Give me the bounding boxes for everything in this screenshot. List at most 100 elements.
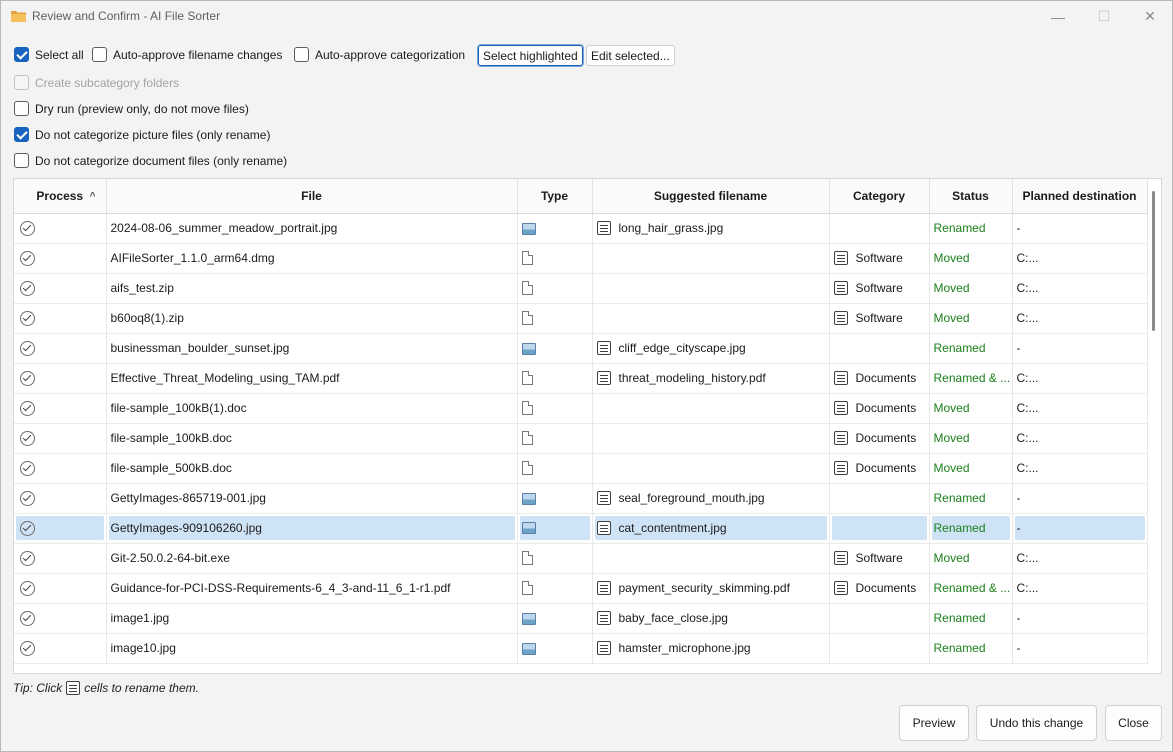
destination-cell: C:... xyxy=(1012,303,1148,334)
file-name: 2024-08-06_summer_meadow_portrait.jpg xyxy=(110,221,338,235)
suggested-filename-cell[interactable] xyxy=(592,273,830,304)
table-row[interactable]: businessman_boulder_sunset.jpg cliff_edge… xyxy=(14,333,1148,364)
status-value: Moved xyxy=(933,311,970,325)
process-cell[interactable] xyxy=(14,483,107,514)
header-process[interactable]: Process ^ xyxy=(14,179,107,214)
maximize-button[interactable]: ☐ xyxy=(1081,1,1127,32)
category-cell[interactable] xyxy=(829,213,930,244)
select-highlighted-button[interactable]: Select highlighted xyxy=(477,44,584,67)
table-row[interactable]: file-sample_100kB.doc Documents Moved C:... xyxy=(14,423,1148,454)
process-cell[interactable] xyxy=(14,363,107,394)
header-file[interactable]: File xyxy=(106,179,518,214)
process-cell[interactable] xyxy=(14,333,107,364)
suggested-filename-cell[interactable] xyxy=(592,303,830,334)
category-cell[interactable]: Documents xyxy=(829,393,930,424)
title-bar: Review and Confirm - AI File Sorter — ☐ … xyxy=(1,1,1172,32)
no-categorize-documents-checkbox[interactable]: Do not categorize document files (only r… xyxy=(14,153,287,168)
edit-cell-icon xyxy=(833,551,848,565)
file-cell: file-sample_100kB.doc xyxy=(106,423,518,454)
category-cell[interactable]: Software xyxy=(829,543,930,574)
suggested-filename-cell[interactable] xyxy=(592,423,830,454)
table-row[interactable]: image1.jpg baby_face_close.jpg Renamed - xyxy=(14,603,1148,634)
checkbox-disabled-icon xyxy=(14,75,29,90)
table-scrollbar[interactable] xyxy=(1152,191,1155,331)
process-cell[interactable] xyxy=(14,513,107,544)
table-row[interactable]: image10.jpg hamster_microphone.jpg Renamed… xyxy=(14,633,1148,664)
table-row[interactable]: aifs_test.zip Software Moved C:... xyxy=(14,273,1148,304)
minimize-button[interactable]: — xyxy=(1035,1,1081,32)
file-cell: 2024-08-06_summer_meadow_portrait.jpg xyxy=(106,213,518,244)
header-suggested-filename[interactable]: Suggested filename xyxy=(592,179,830,214)
file-name: GettyImages-865719-001.jpg xyxy=(110,491,266,505)
category-cell[interactable]: Documents xyxy=(829,363,930,394)
suggested-filename-cell[interactable] xyxy=(592,453,830,484)
process-cell[interactable] xyxy=(14,213,107,244)
category-cell[interactable]: Software xyxy=(829,273,930,304)
category-cell[interactable]: Software xyxy=(829,303,930,334)
table-row[interactable]: file-sample_100kB(1).doc Documents Moved C:… xyxy=(14,393,1148,424)
type-cell xyxy=(517,453,593,484)
suggested-filename-cell[interactable] xyxy=(592,393,830,424)
no-categorize-pictures-checkbox[interactable]: Do not categorize picture files (only re… xyxy=(14,127,270,142)
process-cell[interactable] xyxy=(14,393,107,424)
suggested-filename-cell[interactable]: long_hair_grass.jpg xyxy=(592,213,830,244)
suggested-filename-cell[interactable]: cliff_edge_cityscape.jpg xyxy=(592,333,830,364)
close-button[interactable]: Close xyxy=(1105,705,1162,741)
process-cell[interactable] xyxy=(14,423,107,454)
file-cell: Git-2.50.0.2-64-bit.exe xyxy=(106,543,518,574)
suggested-filename-cell[interactable]: cat_contentment.jpg xyxy=(592,513,830,544)
table-row[interactable]: GettyImages-909106260.jpg cat_contentment… xyxy=(14,513,1148,544)
suggested-filename-cell[interactable]: baby_face_close.jpg xyxy=(592,603,830,634)
close-window-button[interactable]: ✕ xyxy=(1127,1,1173,32)
header-planned-destination[interactable]: Planned destination xyxy=(1012,179,1148,214)
category-value: Software xyxy=(855,551,903,565)
select-all-checkbox[interactable]: Select all xyxy=(14,47,84,62)
category-cell[interactable] xyxy=(829,513,930,544)
create-subcategory-checkbox[interactable]: Create subcategory folders xyxy=(14,75,179,90)
undo-change-button[interactable]: Undo this change xyxy=(976,705,1097,741)
category-cell[interactable]: Software xyxy=(829,243,930,274)
suggested-filename-cell[interactable]: payment_security_skimming.pdf xyxy=(592,573,830,604)
auto-approve-categorization-checkbox[interactable]: Auto-approve categorization xyxy=(294,47,465,62)
category-cell[interactable] xyxy=(829,333,930,364)
category-cell[interactable]: Documents xyxy=(829,573,930,604)
category-cell[interactable] xyxy=(829,603,930,634)
suggested-filename-cell[interactable] xyxy=(592,543,830,574)
process-cell[interactable] xyxy=(14,633,107,664)
suggested-filename-cell[interactable]: hamster_microphone.jpg xyxy=(592,633,830,664)
table-row[interactable]: AIFileSorter_1.1.0_arm64.dmg Software Move… xyxy=(14,243,1148,274)
table-row[interactable]: 2024-08-06_summer_meadow_portrait.jpg lon… xyxy=(14,213,1148,244)
table-row[interactable]: GettyImages-865719-001.jpg seal_foregroun… xyxy=(14,483,1148,514)
category-cell[interactable] xyxy=(829,483,930,514)
table-row[interactable]: file-sample_500kB.doc Documents Moved C:... xyxy=(14,453,1148,484)
dry-run-label: Dry run (preview only, do not move files… xyxy=(35,101,249,116)
process-cell[interactable] xyxy=(14,453,107,484)
dry-run-checkbox[interactable]: Dry run (preview only, do not move files… xyxy=(14,101,249,116)
process-cell[interactable] xyxy=(14,273,107,304)
table-row[interactable]: Effective_Threat_Modeling_using_TAM.pdf t… xyxy=(14,363,1148,394)
tip-before: Tip: Click xyxy=(13,681,63,695)
process-cell[interactable] xyxy=(14,543,107,574)
edit-selected-button[interactable]: Edit selected... xyxy=(586,45,675,66)
table-row[interactable]: Git-2.50.0.2-64-bit.exe Software Moved C:..… xyxy=(14,543,1148,574)
table-row[interactable]: b60oq8(1).zip Software Moved C:... xyxy=(14,303,1148,334)
auto-approve-filenames-checkbox[interactable]: Auto-approve filename changes xyxy=(92,47,282,62)
category-cell[interactable] xyxy=(829,633,930,664)
file-review-table[interactable]: Process ^ File Type Suggested filename Ca… xyxy=(13,178,1162,674)
suggested-filename-cell[interactable]: seal_foreground_mouth.jpg xyxy=(592,483,830,514)
file-name: aifs_test.zip xyxy=(110,281,174,295)
preview-button[interactable]: Preview xyxy=(899,705,969,741)
suggested-filename-cell[interactable] xyxy=(592,243,830,274)
header-category[interactable]: Category xyxy=(829,179,930,214)
table-row[interactable]: Guidance-for-PCI-DSS-Requirements-6_4_3-… xyxy=(14,573,1148,604)
category-cell[interactable]: Documents xyxy=(829,423,930,454)
process-cell[interactable] xyxy=(14,243,107,274)
suggested-filename-cell[interactable]: threat_modeling_history.pdf xyxy=(592,363,830,394)
category-cell[interactable]: Documents xyxy=(829,453,930,484)
process-cell[interactable] xyxy=(14,603,107,634)
process-cell[interactable] xyxy=(14,303,107,334)
process-cell[interactable] xyxy=(14,573,107,604)
process-check-icon xyxy=(20,250,35,266)
header-status[interactable]: Status xyxy=(929,179,1013,214)
header-type[interactable]: Type xyxy=(517,179,593,214)
